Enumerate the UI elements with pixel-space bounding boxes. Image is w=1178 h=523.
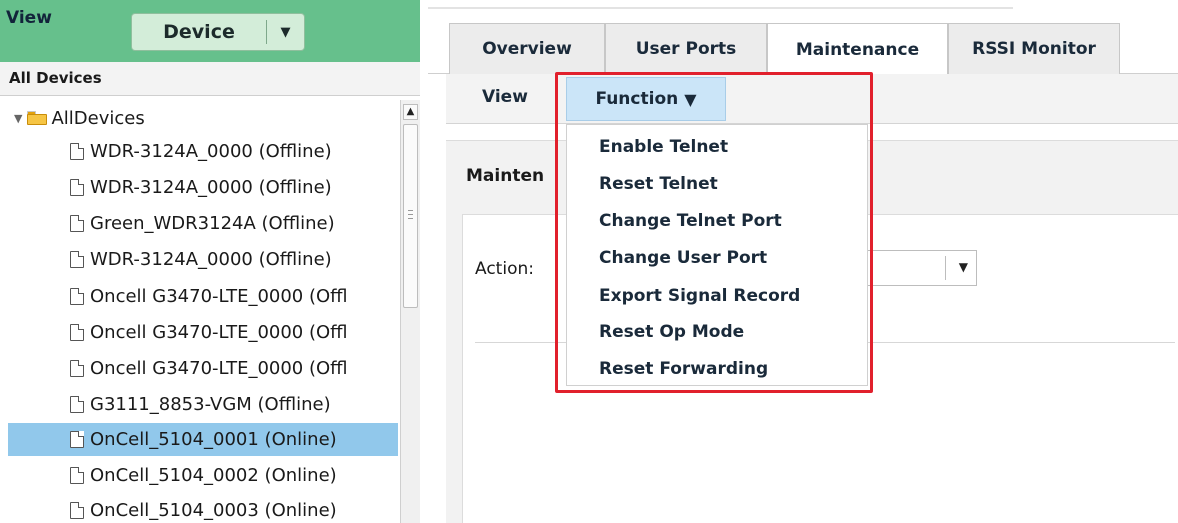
device-label: Green_WDR3124A (Offline) — [90, 213, 335, 234]
expand-triangle-icon[interactable]: ▼ — [14, 112, 22, 125]
section-title: Mainten — [466, 166, 545, 186]
tree-item-device[interactable]: WDR-3124A_0000 (Offline) — [8, 243, 398, 276]
scroll-thumb[interactable] — [403, 124, 418, 308]
caret-down-icon: ▼ — [684, 89, 697, 109]
view-bar: View Device ▼ — [0, 0, 420, 62]
tree-item-device[interactable]: Oncell G3470-LTE_0000 (Offl — [8, 316, 398, 349]
all-devices-title: All Devices — [9, 69, 102, 87]
tab-rssi-monitor[interactable]: RSSI Monitor — [948, 23, 1120, 74]
chevron-down-icon[interactable]: ▼ — [267, 25, 304, 40]
function-menu-button[interactable]: Function ▼ — [566, 77, 726, 121]
tab-overview[interactable]: Overview — [449, 23, 605, 74]
scroll-grip-icon — [408, 210, 413, 219]
tree-item-device[interactable]: OnCell_5104_0002 (Online) — [8, 459, 398, 492]
device-label: OnCell_5104_0002 (Online) — [90, 465, 337, 486]
menu-item-change-user-port[interactable]: Change User Port — [599, 243, 767, 273]
device-label: Oncell G3470-LTE_0000 (Offl — [90, 322, 348, 343]
view-mode-value: Device — [163, 21, 235, 43]
tree-item-device[interactable]: WDR-3124A_0000 (Offline) — [8, 135, 398, 168]
menu-item-enable-telnet[interactable]: Enable Telnet — [599, 132, 728, 162]
device-panel: View Device ▼ All Devices ▼ AllDevices W… — [0, 0, 428, 523]
tree-item-device-selected[interactable]: OnCell_5104_0001 (Online) — [8, 423, 398, 456]
document-icon — [70, 360, 84, 377]
menu-item-export-signal-record[interactable]: Export Signal Record — [599, 281, 800, 311]
document-icon — [70, 288, 84, 305]
tree-item-device[interactable]: Oncell G3470-LTE_0000 (Offl — [8, 280, 398, 313]
folder-icon — [27, 111, 48, 125]
menu-item-reset-telnet[interactable]: Reset Telnet — [599, 169, 718, 199]
select-separator — [945, 256, 946, 280]
document-icon — [70, 467, 84, 484]
view-mode-dropdown[interactable]: Device ▼ — [131, 13, 305, 51]
maintenance-subbar: View Function ▼ — [446, 74, 1178, 124]
chevron-down-icon[interactable]: ▼ — [959, 260, 968, 274]
device-label: WDR-3124A_0000 (Offline) — [90, 141, 332, 162]
scroll-up-arrow-icon[interactable]: ▲ — [403, 104, 418, 120]
document-icon — [70, 396, 84, 413]
tree-scrollbar[interactable]: ▲ — [400, 100, 420, 523]
all-devices-header: All Devices — [0, 62, 420, 96]
tab-user-ports[interactable]: User Ports — [605, 23, 767, 74]
device-label: WDR-3124A_0000 (Offline) — [90, 177, 332, 198]
device-label: Oncell G3470-LTE_0000 (Offl — [90, 358, 348, 379]
device-label: G3111_8853-VGM (Offline) — [90, 394, 331, 415]
tree-root-alldevices[interactable]: ▼ AllDevices — [14, 103, 145, 133]
device-label: Oncell G3470-LTE_0000 (Offl — [90, 286, 348, 307]
menu-item-change-telnet-port[interactable]: Change Telnet Port — [599, 206, 782, 236]
tree-item-device[interactable]: G3111_8853-VGM (Offline) — [8, 388, 398, 421]
document-icon — [70, 502, 84, 519]
action-label: Action: — [475, 259, 534, 279]
top-divider — [428, 7, 1013, 9]
function-label: Function — [595, 89, 679, 109]
tree-root-label: AllDevices — [51, 107, 145, 129]
tab-maintenance[interactable]: Maintenance — [767, 23, 948, 75]
document-icon — [70, 251, 84, 268]
document-icon — [70, 143, 84, 160]
menu-item-reset-op-mode[interactable]: Reset Op Mode — [599, 317, 744, 347]
main-tabs: Overview User Ports Maintenance RSSI Mon… — [428, 23, 1178, 75]
device-label: OnCell_5104_0001 (Online) — [90, 429, 337, 450]
subbar-view-button[interactable]: View — [482, 87, 528, 107]
tree-item-device[interactable]: Green_WDR3124A (Offline) — [8, 207, 398, 240]
document-icon — [70, 179, 84, 196]
document-icon — [70, 431, 84, 448]
tree-item-device[interactable]: Oncell G3470-LTE_0000 (Offl — [8, 352, 398, 385]
menu-item-reset-forwarding[interactable]: Reset Forwarding — [599, 354, 768, 384]
document-icon — [70, 215, 84, 232]
device-tree: ▼ AllDevices WDR-3124A_0000 (Offline) WD… — [8, 100, 398, 523]
document-icon — [70, 324, 84, 341]
view-label: View — [6, 8, 52, 28]
tree-item-device[interactable]: WDR-3124A_0000 (Offline) — [8, 171, 398, 204]
device-label: WDR-3124A_0000 (Offline) — [90, 249, 332, 270]
tree-item-device[interactable]: OnCell_5104_0003 (Online) — [8, 494, 398, 523]
function-dropdown-menu: Enable Telnet Reset Telnet Change Telnet… — [566, 124, 868, 386]
device-label: OnCell_5104_0003 (Online) — [90, 500, 337, 521]
